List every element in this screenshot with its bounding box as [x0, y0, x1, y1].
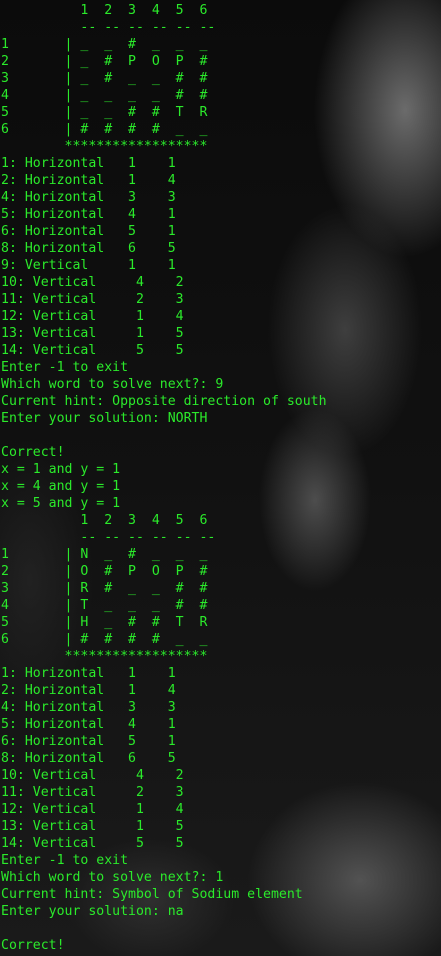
terminal-line: 6 | # # # # _ _ — [1, 632, 208, 647]
terminal-line: 11: Vertical 2 3 — [1, 292, 184, 307]
terminal-line: 8: Horizontal 6 5 — [1, 751, 176, 766]
terminal-line: 13: Vertical 1 5 — [1, 326, 184, 341]
terminal-line: -- -- -- -- -- -- — [1, 20, 216, 35]
terminal-line: x = 1 and y = 1 — [1, 462, 121, 477]
terminal-line: 2: Horizontal 1 4 — [1, 683, 176, 698]
terminal-line: 8: Horizontal 6 5 — [1, 241, 176, 256]
terminal-line: 1 2 3 4 5 6 — [1, 513, 208, 528]
terminal-line: 5: Horizontal 4 1 — [1, 207, 176, 222]
terminal-line: Correct! — [1, 445, 65, 460]
terminal-line: Which word to solve next?: 9 — [1, 377, 224, 392]
terminal-line: 3 | _ # _ _ # # — [1, 71, 208, 86]
terminal-line: 1: Horizontal 1 1 — [1, 156, 176, 171]
terminal-line: ****************** — [1, 139, 208, 154]
terminal-output[interactable]: 1 2 3 4 5 6 -- -- -- -- -- -- 1 | _ _ # _… — [0, 0, 327, 954]
terminal-line: Enter your solution: NORTH — [1, 411, 208, 426]
terminal-line: 6 | # # # # _ _ — [1, 122, 208, 137]
terminal-line: 6: Horizontal 5 1 — [1, 734, 176, 749]
terminal-line: Which word to solve next?: 1 — [1, 870, 224, 885]
terminal-line: 6: Horizontal 5 1 — [1, 224, 176, 239]
terminal-line: 4 | T _ _ _ # # — [1, 598, 208, 613]
terminal-line: 10: Vertical 4 2 — [1, 275, 184, 290]
terminal-line: 2: Horizontal 1 4 — [1, 173, 176, 188]
terminal-line: x = 4 and y = 1 — [1, 479, 121, 494]
terminal-line: x = 5 and y = 1 — [1, 496, 121, 511]
terminal-line: 2 | O # P O P # — [1, 564, 208, 579]
terminal-line: 2 | _ # P O P # — [1, 54, 208, 69]
terminal-line: Enter -1 to exit — [1, 853, 129, 868]
terminal-line: -- -- -- -- -- -- — [1, 530, 216, 545]
terminal-line: 3 | R # _ _ # # — [1, 581, 208, 596]
terminal-line: 12: Vertical 1 4 — [1, 309, 184, 324]
terminal-line: 14: Vertical 5 5 — [1, 343, 184, 358]
terminal-line: 10: Vertical 4 2 — [1, 768, 184, 783]
terminal-line: 1 | N _ # _ _ _ — [1, 547, 208, 562]
terminal-line: Enter -1 to exit — [1, 360, 129, 375]
terminal-line: 4: Horizontal 3 3 — [1, 700, 176, 715]
terminal-line: 14: Vertical 5 5 — [1, 836, 184, 851]
terminal-line: 13: Vertical 1 5 — [1, 819, 184, 834]
terminal-line: ****************** — [1, 649, 208, 664]
terminal-line: Current hint: Opposite direction of sout… — [1, 394, 327, 409]
terminal-line: 1 | _ _ # _ _ _ — [1, 37, 208, 52]
terminal-line: 1 2 3 4 5 6 — [1, 3, 208, 18]
terminal-line: 9: Vertical 1 1 — [1, 258, 176, 273]
terminal-line: 11: Vertical 2 3 — [1, 785, 184, 800]
terminal-line: 5 | _ _ # # T R — [1, 105, 208, 120]
terminal-line: 5 | H _ # # T R — [1, 615, 208, 630]
terminal-line: 4 | _ _ _ _ # # — [1, 88, 208, 103]
terminal-line: Current hint: Symbol of Sodium element — [1, 887, 303, 902]
terminal-line: Correct! — [1, 938, 65, 953]
terminal-line: 4: Horizontal 3 3 — [1, 190, 176, 205]
terminal-line: 1: Horizontal 1 1 — [1, 666, 176, 681]
terminal-line: 12: Vertical 1 4 — [1, 802, 184, 817]
terminal-line: 5: Horizontal 4 1 — [1, 717, 176, 732]
terminal-line: Enter your solution: na — [1, 904, 184, 919]
